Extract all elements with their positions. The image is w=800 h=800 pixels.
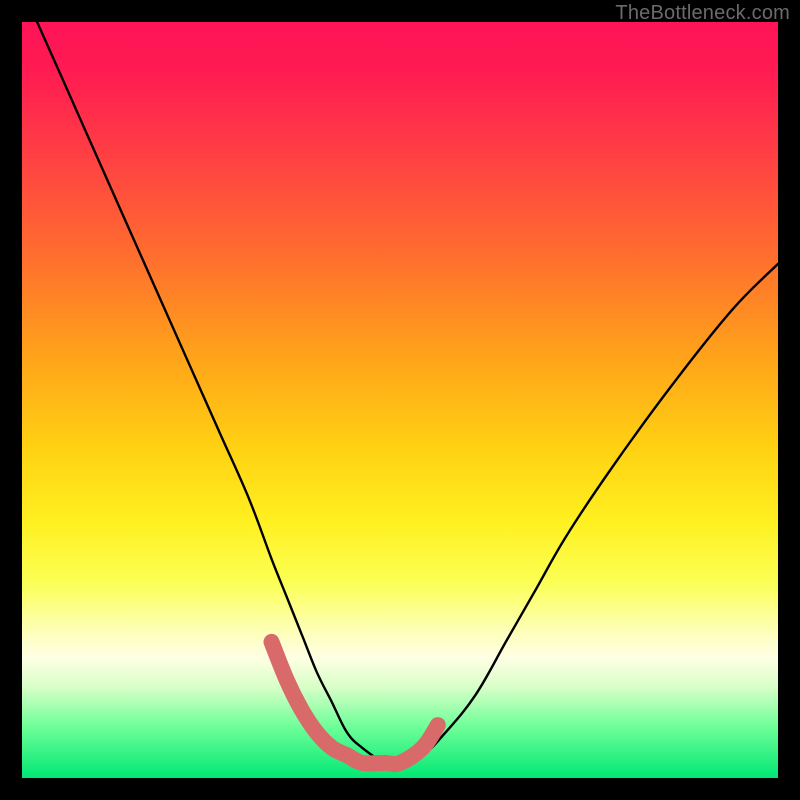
chart-plot-area xyxy=(22,22,778,778)
watermark-text: TheBottleneck.com xyxy=(615,2,790,25)
outer-frame: TheBottleneck.com xyxy=(0,0,800,800)
chart-svg xyxy=(22,22,778,778)
bottleneck-curve-path xyxy=(37,22,778,764)
trough-highlight-path xyxy=(272,642,438,764)
